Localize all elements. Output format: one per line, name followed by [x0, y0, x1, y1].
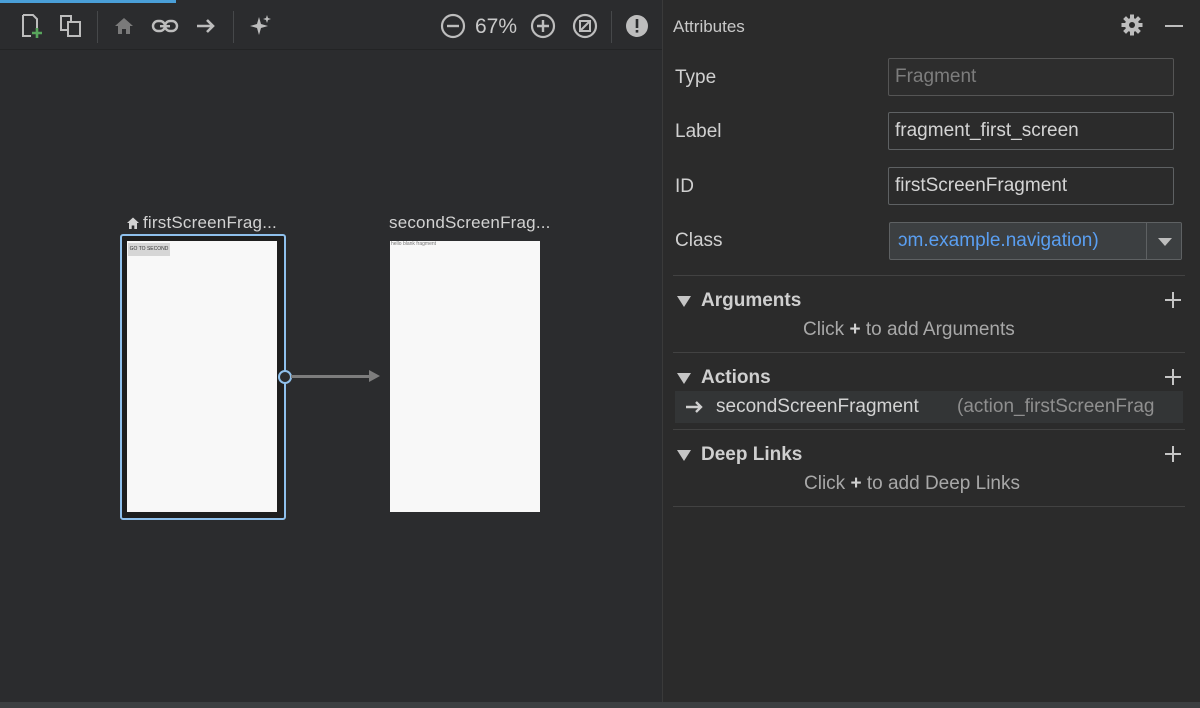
deep-links-hint: Click + to add Deep Links [804, 473, 1020, 495]
zoom-to-fit-icon[interactable] [570, 11, 600, 41]
status-strip [0, 702, 1200, 708]
toolbar-separator [233, 11, 234, 43]
add-action-icon[interactable] [1163, 367, 1183, 387]
actions-title: Actions [701, 367, 771, 388]
auto-arrange-icon[interactable] [245, 11, 275, 41]
id-field[interactable]: firstScreenFragment [888, 167, 1174, 205]
hint-plus: + [850, 473, 862, 494]
class-value[interactable]: ɔm.example.navigation) [898, 223, 1143, 259]
action-row[interactable]: secondScreenFragment (action_firstScreen… [675, 391, 1183, 423]
nested-graph-icon[interactable] [56, 11, 86, 41]
editor-toolbar: 67% [0, 3, 662, 50]
arguments-hint: Click + to add Arguments [803, 319, 1015, 341]
panel-header: Attributes [663, 0, 1200, 50]
chevron-down-icon [1158, 238, 1172, 246]
start-destination-icon [127, 217, 139, 229]
arrow-right-icon [686, 401, 703, 413]
home-icon[interactable] [109, 11, 139, 41]
deep-links-header[interactable]: Deep Links [677, 444, 802, 466]
zoom-in-icon[interactable] [528, 11, 558, 41]
label-field[interactable]: fragment_first_screen [888, 112, 1174, 150]
hint-plus: + [849, 319, 861, 340]
zoom-out-icon[interactable] [438, 11, 468, 41]
actions-header[interactable]: Actions [677, 367, 771, 389]
class-dropdown-button[interactable] [1146, 223, 1181, 259]
minimize-icon[interactable] [1165, 25, 1183, 27]
add-deep-link-icon[interactable] [1163, 444, 1183, 464]
class-label: Class [675, 230, 723, 251]
preview-text: hello blank fragment [391, 241, 437, 247]
action-connector-head [369, 370, 380, 382]
second-screen-node[interactable] [390, 241, 540, 512]
deep-links-title: Deep Links [701, 444, 803, 465]
first-screen-preview [127, 241, 277, 512]
divider [673, 429, 1185, 430]
collapse-triangle-icon [677, 372, 691, 384]
action-connector[interactable] [291, 375, 371, 378]
action-drag-handle[interactable] [278, 370, 292, 384]
panel-title: Attributes [673, 17, 745, 36]
node-title-first: firstScreenFrag... [143, 213, 277, 232]
attributes-panel: Attributes Type Fragment Label fragment_… [662, 0, 1200, 708]
toolbar-separator [611, 11, 612, 43]
class-combobox[interactable]: ɔm.example.navigation) [889, 222, 1182, 260]
action-destination: secondScreenFragment [716, 396, 919, 417]
divider [673, 506, 1185, 507]
toolbar-separator [97, 11, 98, 43]
hint-prefix: Click [804, 473, 846, 494]
type-label: Type [675, 67, 717, 88]
warning-icon[interactable] [622, 11, 652, 41]
divider [673, 352, 1185, 353]
id-label: ID [675, 176, 694, 197]
action-arrow-icon[interactable] [191, 11, 221, 41]
gear-icon[interactable] [1121, 14, 1143, 36]
link-icon[interactable] [150, 11, 180, 41]
hint-prefix: Click [803, 319, 845, 340]
divider [673, 275, 1185, 276]
zoom-level: 67% [474, 15, 518, 38]
type-field: Fragment [888, 58, 1174, 96]
add-argument-icon[interactable] [1163, 290, 1183, 310]
arguments-title: Arguments [701, 290, 802, 311]
hint-suffix: to add Arguments [865, 319, 1015, 340]
preview-button: GO TO SECOND [128, 243, 170, 256]
arguments-header[interactable]: Arguments [677, 290, 801, 312]
navigation-editor: 67% firstScreenFrag... secondScreenFrag.… [0, 0, 662, 708]
hint-suffix: to add Deep Links [866, 473, 1021, 494]
label-label: Label [675, 121, 722, 142]
new-destination-icon[interactable] [16, 11, 46, 41]
collapse-triangle-icon [677, 449, 691, 461]
action-id: (action_firstScreenFrag [957, 396, 1155, 417]
node-title-second: secondScreenFrag... [389, 213, 551, 232]
collapse-triangle-icon [677, 295, 691, 307]
